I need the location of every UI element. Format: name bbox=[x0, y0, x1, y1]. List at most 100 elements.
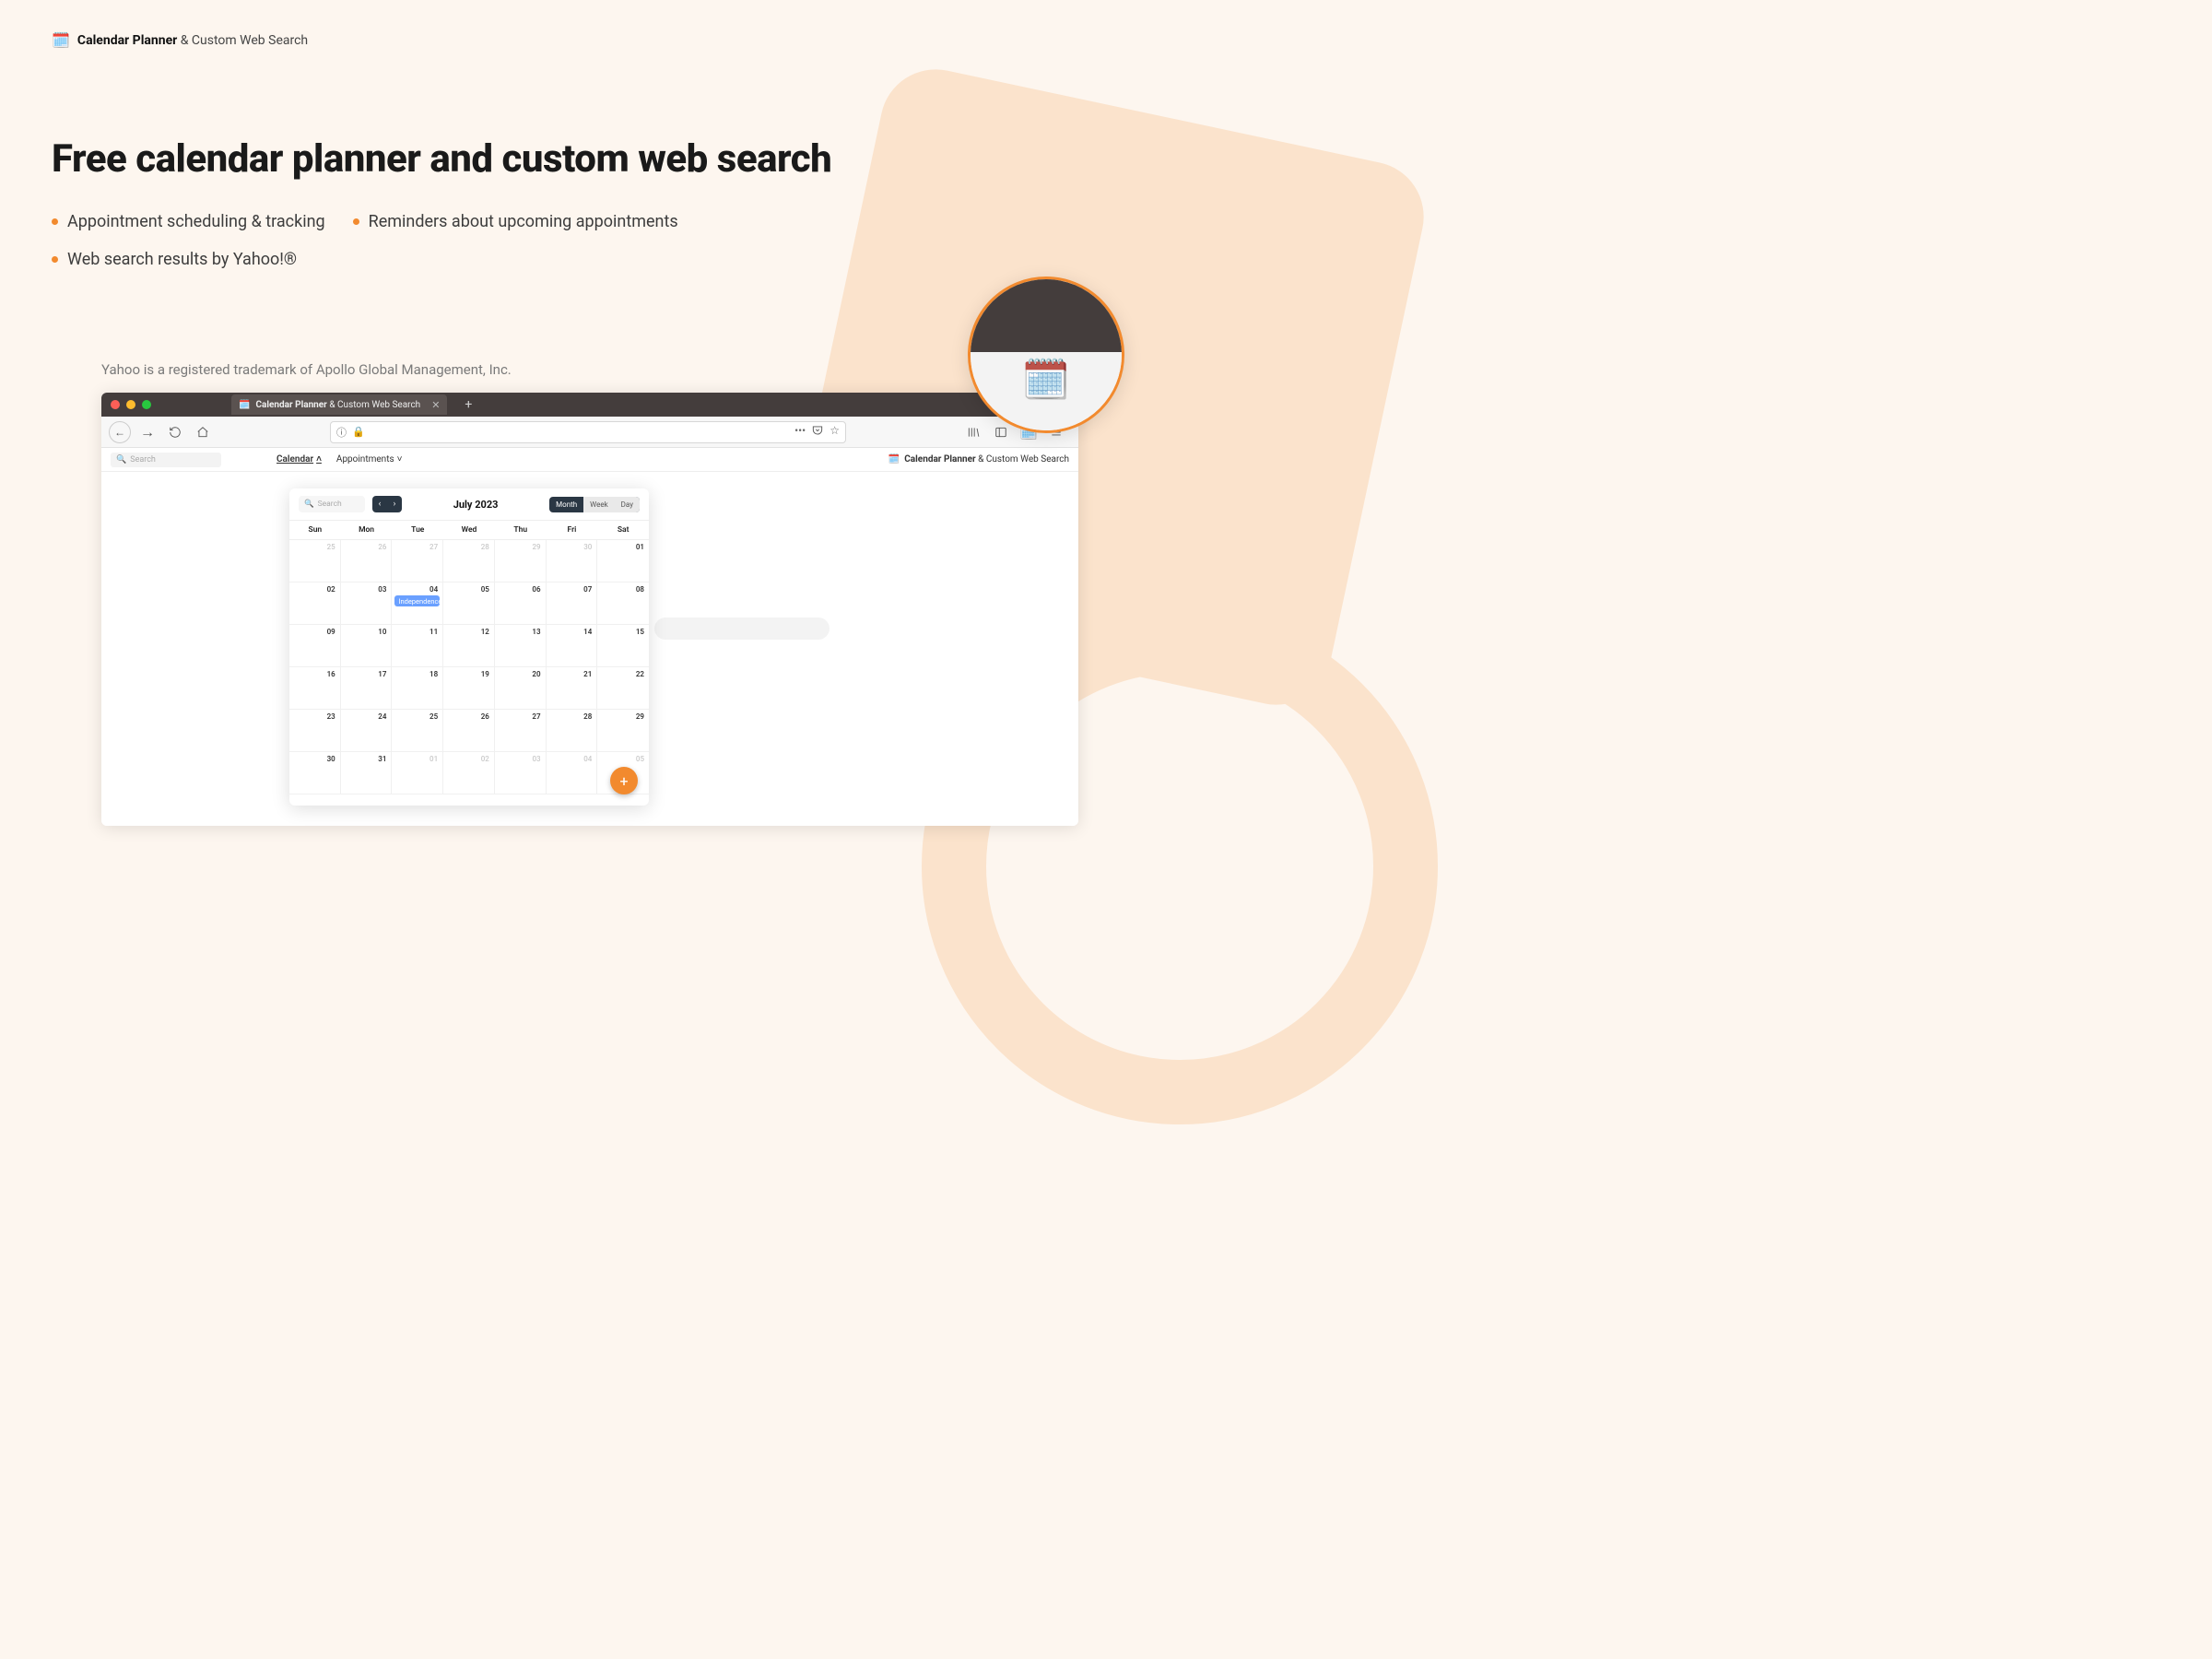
back-button[interactable]: ← bbox=[109, 421, 131, 443]
date-number: 21 bbox=[583, 670, 592, 678]
view-month-button[interactable]: Month bbox=[549, 497, 583, 512]
forward-button[interactable]: → bbox=[136, 421, 159, 443]
calendar-cell[interactable]: 07 bbox=[547, 582, 598, 625]
calendar-cell[interactable]: 28 bbox=[443, 540, 495, 582]
dow-label: Sun bbox=[289, 521, 341, 540]
pocket-icon[interactable] bbox=[811, 424, 824, 440]
search-placeholder: Search bbox=[130, 455, 156, 465]
browser-tab[interactable]: 🗓️ Calendar Planner & Custom Web Search … bbox=[231, 394, 447, 415]
bookmark-star-icon[interactable]: ☆ bbox=[830, 424, 840, 440]
brand-light: & Custom Web Search bbox=[177, 33, 308, 48]
calendar-cell[interactable]: 13 bbox=[495, 625, 547, 667]
calendar-cell[interactable]: 18 bbox=[392, 667, 443, 710]
site-info-icon[interactable]: ⓘ bbox=[336, 425, 347, 440]
calendar-cell[interactable]: 24 bbox=[341, 710, 393, 752]
date-number: 04 bbox=[429, 585, 438, 594]
prev-month-button[interactable]: ‹ bbox=[372, 496, 387, 512]
window-close-button[interactable] bbox=[111, 400, 120, 409]
date-number: 13 bbox=[532, 628, 540, 636]
calendar-cell[interactable]: 02 bbox=[443, 752, 495, 794]
browser-content: 🔍 Search ‹ › July 2023 Month Week Day Su… bbox=[101, 472, 1078, 826]
calendar-cell[interactable]: 17 bbox=[341, 667, 393, 710]
calendar-cell[interactable]: 31 bbox=[341, 752, 393, 794]
calendar-icon: 🗓️ bbox=[239, 400, 250, 410]
calendar-cell[interactable]: 03 bbox=[341, 582, 393, 625]
bullet-dot-icon bbox=[353, 218, 359, 225]
calendar-cell[interactable]: 26 bbox=[341, 540, 393, 582]
calendar-cell[interactable]: 09 bbox=[289, 625, 341, 667]
calendar-cell[interactable]: 29 bbox=[495, 540, 547, 582]
calendar-cell[interactable]: 20 bbox=[495, 667, 547, 710]
home-button[interactable] bbox=[192, 421, 214, 443]
calendar-cell[interactable]: 01 bbox=[597, 540, 649, 582]
calendar-cell[interactable]: 27 bbox=[392, 540, 443, 582]
calendar-cell[interactable]: 14 bbox=[547, 625, 598, 667]
calendar-cell[interactable]: 06 bbox=[495, 582, 547, 625]
calendar-cell[interactable]: 08 bbox=[597, 582, 649, 625]
view-segmented-control: Month Week Day bbox=[549, 497, 640, 512]
calendar-cell[interactable]: 03 bbox=[495, 752, 547, 794]
calendar-cell[interactable]: 15 bbox=[597, 625, 649, 667]
date-number: 17 bbox=[378, 670, 386, 678]
date-number: 09 bbox=[327, 628, 335, 636]
calendar-cell[interactable]: 04Independence … bbox=[392, 582, 443, 625]
subtab-calendar[interactable]: Calendar ˄ bbox=[276, 454, 322, 465]
calendar-cell[interactable]: 28 bbox=[547, 710, 598, 752]
calendar-cell[interactable]: 25 bbox=[289, 540, 341, 582]
search-icon: 🔍 bbox=[116, 455, 126, 465]
browser-toolbar: ← → ⓘ 🔒 ••• ☆ 🗓️ bbox=[101, 417, 1078, 448]
add-event-button[interactable]: + bbox=[610, 767, 638, 794]
calendar-cell[interactable]: 30 bbox=[289, 752, 341, 794]
calendar-cell[interactable]: 19 bbox=[443, 667, 495, 710]
close-icon[interactable]: ✕ bbox=[431, 399, 440, 411]
library-icon[interactable] bbox=[962, 421, 984, 443]
calendar-cell[interactable]: 02 bbox=[289, 582, 341, 625]
bullet-text: Reminders about upcoming appointments bbox=[369, 212, 678, 231]
calendar-cell[interactable]: 30 bbox=[547, 540, 598, 582]
date-number: 30 bbox=[327, 755, 335, 763]
calendar-cell[interactable]: 16 bbox=[289, 667, 341, 710]
calendar-event[interactable]: Independence … bbox=[394, 595, 440, 606]
date-number: 12 bbox=[481, 628, 489, 636]
calendar-cell[interactable]: 26 bbox=[443, 710, 495, 752]
calendar-cell[interactable]: 01 bbox=[392, 752, 443, 794]
calendar-cell[interactable]: 12 bbox=[443, 625, 495, 667]
calendar-cell[interactable]: 11 bbox=[392, 625, 443, 667]
date-number: 27 bbox=[429, 543, 438, 551]
month-title: July 2023 bbox=[409, 499, 542, 511]
date-number: 29 bbox=[636, 712, 644, 721]
calendar-cell[interactable]: 05 bbox=[443, 582, 495, 625]
reload-button[interactable] bbox=[164, 421, 186, 443]
calendar-cell[interactable]: 21 bbox=[547, 667, 598, 710]
window-minimize-button[interactable] bbox=[126, 400, 135, 409]
calendar-cell[interactable]: 29 bbox=[597, 710, 649, 752]
calendar-cell[interactable]: 04 bbox=[547, 752, 598, 794]
subtab-appointments[interactable]: Appointments ˅ bbox=[336, 454, 403, 465]
view-week-button[interactable]: Week bbox=[583, 497, 615, 512]
calendar-search-input[interactable]: 🔍 Search bbox=[299, 496, 365, 512]
chevron-down-icon: ˅ bbox=[397, 454, 403, 465]
month-nav: ‹ › bbox=[372, 496, 402, 512]
trademark-note: Yahoo is a registered trademark of Apoll… bbox=[101, 361, 512, 378]
calendar-cell[interactable]: 22 bbox=[597, 667, 649, 710]
window-zoom-button[interactable] bbox=[142, 400, 151, 409]
view-day-button[interactable]: Day bbox=[615, 497, 640, 512]
bullet-text: Web search results by Yahoo!® bbox=[67, 250, 297, 269]
calendar-cell[interactable]: 23 bbox=[289, 710, 341, 752]
calendar-cell[interactable]: 10 bbox=[341, 625, 393, 667]
date-number: 30 bbox=[583, 543, 592, 551]
calendar-cell[interactable]: 27 bbox=[495, 710, 547, 752]
calendar-cell[interactable]: 25 bbox=[392, 710, 443, 752]
search-input[interactable]: 🔍 Search bbox=[111, 453, 221, 467]
date-number: 05 bbox=[636, 755, 644, 763]
date-number: 16 bbox=[327, 670, 335, 678]
next-month-button[interactable]: › bbox=[387, 496, 402, 512]
date-number: 11 bbox=[429, 628, 438, 636]
date-number: 24 bbox=[378, 712, 386, 721]
page-actions-icon[interactable]: ••• bbox=[794, 424, 806, 440]
new-tab-button[interactable]: + bbox=[459, 395, 477, 414]
dow-label: Sat bbox=[597, 521, 649, 540]
dow-label: Thu bbox=[495, 521, 547, 540]
date-number: 25 bbox=[327, 543, 335, 551]
address-bar[interactable]: ⓘ 🔒 ••• ☆ bbox=[330, 421, 846, 443]
